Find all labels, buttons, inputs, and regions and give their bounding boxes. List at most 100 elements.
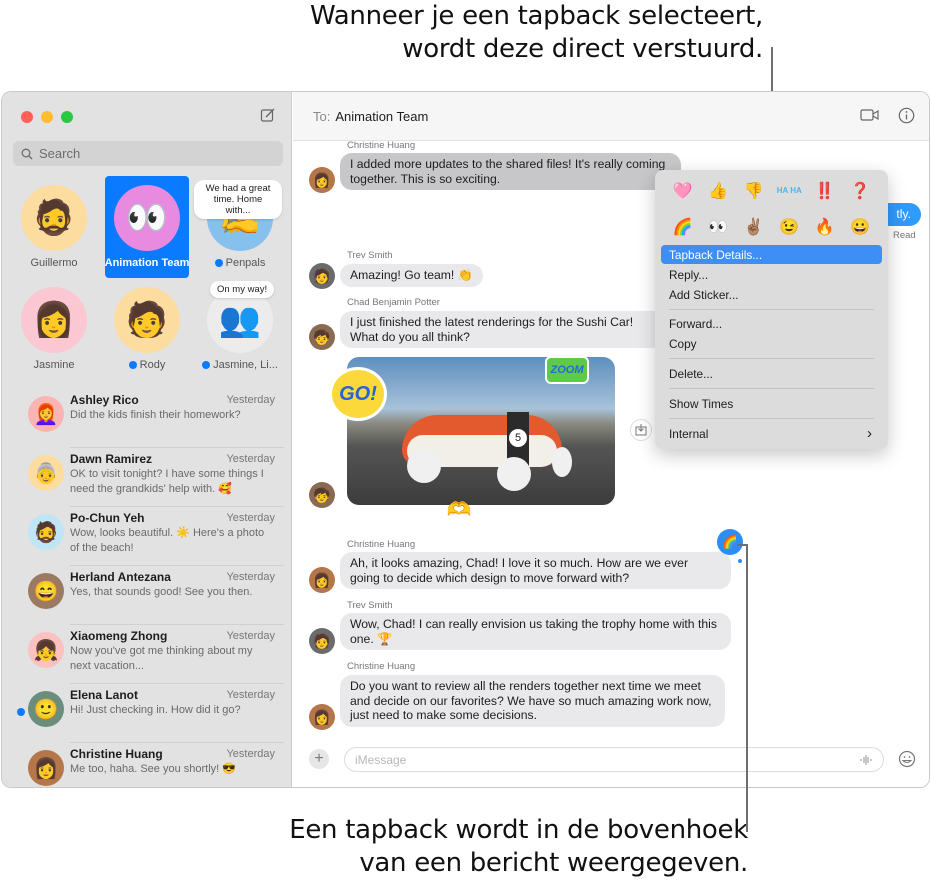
tapback-question[interactable]: ❓ — [843, 178, 879, 204]
menu-item-copy[interactable]: Copy — [661, 334, 882, 353]
car-number: 5 — [509, 429, 527, 447]
avatar: 👩 — [21, 287, 87, 353]
contact-name: Christine Huang — [70, 747, 163, 761]
menu-item-tapback-details[interactable]: Tapback Details... — [661, 245, 882, 264]
tapback-thumbs-up[interactable]: 👍 — [701, 178, 737, 204]
conversation-item[interactable]: 👩‍🦰 Ashley Rico Yesterday Did the kids f… — [2, 389, 292, 448]
pinned-penpals[interactable]: ✍️ Penpals We had a great time. Home wit… — [194, 176, 282, 269]
message-bubble[interactable]: I just finished the latest renderings fo… — [340, 311, 666, 348]
avatar: 🧒 — [309, 482, 335, 508]
menu-separator — [669, 358, 874, 359]
pinned-jasmine[interactable]: 👩 Jasmine — [12, 278, 96, 371]
timestamp: Yesterday — [226, 689, 275, 701]
sender-name: Chad Benjamin Potter — [347, 297, 440, 308]
conversation-item[interactable]: 🙂 Elena Lanot Yesterday Hi! Just checkin… — [2, 684, 292, 743]
more-emoji-icon[interactable]: 😀 — [843, 214, 879, 240]
timestamp: Yesterday — [226, 630, 275, 642]
recipient-name[interactable]: Animation Team — [335, 109, 428, 124]
avatar: 🧑 — [114, 287, 180, 353]
pinned-rody[interactable]: 🧑 Rody — [105, 278, 189, 371]
sender-name: Trev Smith — [347, 600, 393, 611]
pinned-group-jasmine[interactable]: 👥 Jasmine, Li... On my way! — [198, 278, 282, 371]
menu-item-delete[interactable]: Delete... — [661, 364, 882, 383]
conversation-item[interactable]: 👵 Dawn Ramirez Yesterday OK to visit ton… — [2, 448, 292, 507]
tapback-heart[interactable]: 🩷 — [665, 178, 701, 204]
emoji-picker-icon[interactable] — [898, 750, 916, 768]
avatar: 👧 — [28, 632, 64, 668]
pin-label: Jasmine — [33, 359, 75, 371]
pinned-animation-team[interactable]: 👀 Animation Team — [105, 176, 189, 278]
window-controls — [21, 111, 73, 123]
avatar: 👀 — [114, 185, 180, 251]
unread-indicator — [214, 259, 223, 267]
menu-item-internal[interactable]: Internal › — [661, 424, 882, 443]
car-wheel — [497, 457, 531, 491]
message-preview: OK to visit tonight? I have some things … — [70, 468, 264, 495]
go-sticker[interactable]: GO! — [329, 367, 387, 421]
message-preview: Wow, looks beautiful. ☀️ Here's a photo … — [70, 527, 265, 554]
unread-indicator — [128, 361, 137, 369]
tapback-picker: 🩷 👍 👎 HA HA ‼️ ❓ 🌈 👀 ✌🏽 😉 🔥 😀 — [665, 178, 878, 240]
message-input[interactable]: iMessage — [344, 747, 884, 772]
message-bubble[interactable]: Do you want to review all the renders to… — [340, 675, 725, 727]
conversation-item[interactable]: 👩 Christine Huang Yesterday Me too, haha… — [2, 743, 292, 787]
tapback-wink[interactable]: 😉 — [772, 214, 808, 240]
menu-item-show-times[interactable]: Show Times — [661, 394, 882, 413]
tapback-thumbs-down[interactable]: 👎 — [736, 178, 772, 204]
tapback-exclamation[interactable]: ‼️ — [807, 178, 843, 204]
message-bubble[interactable]: Ah, it looks amazing, Chad! I love it so… — [340, 552, 731, 589]
unread-indicator — [17, 708, 25, 716]
message-preview: Now you've got me thinking about my next… — [70, 645, 253, 672]
conversation-item[interactable]: 😄 Herland Antezana Yesterday Yes, that s… — [2, 566, 292, 625]
add-attachment-button[interactable]: + — [309, 749, 329, 769]
timestamp: Yesterday — [226, 512, 275, 524]
pinned-guillermo[interactable]: 🧔 Guillermo — [12, 176, 96, 269]
tapback-victory[interactable]: ✌🏽 — [736, 214, 772, 240]
audio-waveform-icon[interactable] — [859, 754, 873, 766]
message-bubble[interactable]: Wow, Chad! I can really envision us taki… — [340, 613, 731, 650]
sender-name: Christine Huang — [347, 140, 416, 151]
menu-item-forward[interactable]: Forward... — [661, 314, 882, 333]
avatar: 🧑 — [309, 263, 335, 289]
callout-bottom: Een tapback wordt in de bovenhoek van ee… — [228, 814, 748, 880]
avatar: 👩‍🦰 — [28, 396, 64, 432]
zoom-button[interactable] — [61, 111, 73, 123]
zoom-sticker[interactable]: ZOOM — [545, 356, 589, 384]
timestamp: Yesterday — [226, 394, 275, 406]
menu-separator — [669, 388, 874, 389]
conversation-item[interactable]: 🧔 Po-Chun Yeh Yesterday Wow, looks beaut… — [2, 507, 292, 566]
conversation-header: To: Animation Team — [293, 92, 929, 141]
avatar: 👩 — [309, 167, 335, 193]
tapback-rainbow[interactable]: 🌈 — [665, 214, 701, 240]
sender-name: Christine Huang — [347, 539, 416, 550]
minimize-button[interactable] — [41, 111, 53, 123]
pin-label: Animation Team — [104, 257, 190, 269]
tapback-haha[interactable]: HA HA — [772, 178, 808, 204]
menu-item-add-sticker[interactable]: Add Sticker... — [661, 285, 882, 304]
timestamp: Yesterday — [226, 571, 275, 583]
tapback-fire[interactable]: 🔥 — [807, 214, 843, 240]
facetime-video-icon[interactable] — [860, 107, 880, 123]
info-icon[interactable] — [898, 107, 915, 124]
compose-icon[interactable] — [260, 107, 276, 123]
pin-label: Penpals — [225, 257, 266, 269]
message-bubble[interactable]: I added more updates to the shared files… — [340, 153, 681, 190]
close-button[interactable] — [21, 111, 33, 123]
tapback-eyes[interactable]: 👀 — [701, 214, 737, 240]
message-preview: Me too, haha. See you shortly! 😎 — [70, 763, 236, 775]
search-field[interactable]: Search — [13, 141, 283, 166]
avatar: 👩 — [309, 704, 335, 730]
message-preview: Did the kids finish their homework? — [70, 409, 241, 421]
message-bubble[interactable]: Amazing! Go team! 👏 — [340, 264, 483, 287]
message-input-placeholder: iMessage — [355, 752, 407, 767]
menu-item-reply[interactable]: Reply... — [661, 265, 882, 284]
menu-item-internal-label: Internal — [669, 426, 709, 441]
chevron-right-icon: › — [867, 425, 872, 442]
save-photo-button[interactable] — [630, 419, 652, 441]
contact-name: Dawn Ramirez — [70, 452, 153, 466]
pin-label: Jasmine, Li... — [213, 359, 278, 371]
conversation-item[interactable]: 👧 Xiaomeng Zhong Yesterday Now you've go… — [2, 625, 292, 684]
callout-top: Wanneer je een tapback selecteert, wordt… — [203, 0, 763, 66]
heart-hands-sticker[interactable]: 🫶 — [439, 496, 479, 522]
tapback-badge[interactable]: 🌈 — [717, 529, 743, 555]
